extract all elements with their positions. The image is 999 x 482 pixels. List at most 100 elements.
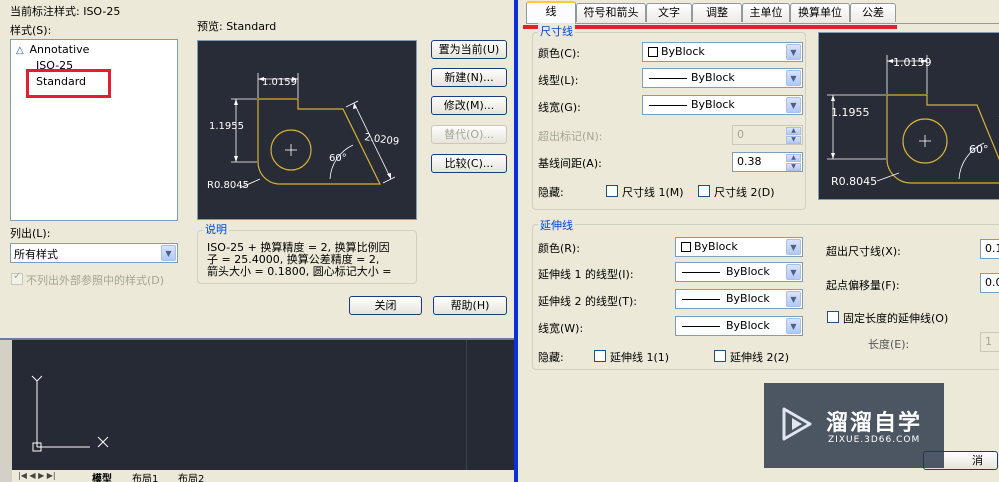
right-preview-drawing: 1.0159 1.1955 60° R0.8045 bbox=[827, 55, 999, 188]
length-value: 1 bbox=[985, 335, 992, 348]
dim-color-dropdown[interactable]: ByBlock ▼ bbox=[642, 42, 803, 62]
right-dim-top-text: 1.0159 bbox=[893, 56, 932, 69]
offset-value: 0.0 bbox=[985, 276, 999, 289]
suppress-dimline2-checkbox[interactable] bbox=[698, 185, 710, 197]
suppress-extline1-label: 延伸线 1(1) bbox=[610, 351, 670, 364]
tab-symbols-arrows[interactable]: 符号和箭头 bbox=[576, 3, 646, 22]
extend-beyond-label: 超出尺寸线(X): bbox=[826, 245, 901, 258]
chevron-down-icon[interactable]: ▼ bbox=[786, 44, 801, 60]
model-space-canvas[interactable]: |◀ ◀ ▶ ▶| 模型 布局1 布局2 bbox=[0, 338, 514, 482]
set-current-button[interactable]: 置为当前(U) bbox=[431, 40, 507, 59]
tab-lines[interactable]: 线 bbox=[526, 1, 576, 23]
chevron-down-icon[interactable]: ▼ bbox=[786, 70, 801, 86]
spin-down-icon[interactable]: ▼ bbox=[786, 163, 801, 171]
dim-diag-text: 2.0209 bbox=[364, 132, 400, 148]
ext-linetype2-value: ByBlock bbox=[726, 292, 770, 305]
play-logo-icon bbox=[782, 407, 812, 441]
line-sample bbox=[649, 105, 687, 106]
dim-linetype-dropdown[interactable]: ByBlock ▼ bbox=[642, 68, 803, 88]
compare-button[interactable]: 比较(C)... bbox=[431, 154, 507, 173]
ext-lineweight-value: ByBlock bbox=[726, 319, 770, 332]
extend-beyond-value: 0.1 bbox=[985, 242, 999, 255]
spin-up-icon[interactable]: ▲ bbox=[786, 154, 801, 162]
extend-ticks-spinner[interactable]: 0 ▲ ▼ bbox=[732, 125, 803, 145]
modify-button[interactable]: 修改(M)... bbox=[431, 96, 507, 115]
layout-tab-bar: |◀ ◀ ▶ ▶| 模型 布局1 布局2 bbox=[12, 470, 514, 482]
tab-layout2[interactable]: 布局2 bbox=[178, 470, 204, 482]
description-line: 箭头大小 = 0.1800, 圆心标记大小 = bbox=[207, 265, 392, 278]
ext-lineweight-dropdown[interactable]: ByBlock ▼ bbox=[675, 316, 803, 336]
chevron-down-icon[interactable]: ▼ bbox=[786, 97, 801, 113]
preview-panel: 1.0159 1.1955 2.0209 60° R0.8045 bbox=[197, 40, 417, 220]
tab-fit[interactable]: 调整 bbox=[692, 3, 742, 22]
chevron-down-icon[interactable]: ▼ bbox=[786, 291, 801, 307]
right-dim-radius-text: R0.8045 bbox=[831, 175, 877, 188]
extend-beyond-spinner[interactable]: 0.1 bbox=[980, 239, 999, 259]
styles-label: 样式(S): bbox=[10, 24, 52, 37]
description-title: 说明 bbox=[203, 221, 229, 237]
ext-color-dropdown[interactable]: ByBlock ▼ bbox=[675, 237, 803, 257]
ext-color-value: ByBlock bbox=[694, 240, 738, 253]
list-item[interactable]: △ Annotative bbox=[16, 43, 89, 56]
ext-suppress-label: 隐藏: bbox=[538, 351, 564, 364]
fixed-length-checkbox[interactable] bbox=[827, 311, 839, 323]
right-dim-left-text: 1.1955 bbox=[831, 106, 870, 119]
current-style-label: 当前标注样式: ISO-25 bbox=[10, 5, 121, 18]
list-filter-dropdown[interactable]: 所有样式 ▼ bbox=[10, 243, 178, 263]
close-button[interactable]: 关闭 bbox=[349, 296, 422, 315]
chevron-down-icon[interactable]: ▼ bbox=[786, 264, 801, 280]
tab-model[interactable]: 模型 bbox=[92, 470, 112, 482]
spin-up-icon[interactable]: ▲ bbox=[786, 127, 801, 135]
suppress-extline2-label: 延伸线 2(2) bbox=[730, 351, 790, 364]
watermark: 溜溜自学 ZIXUE.3D66.COM bbox=[764, 383, 944, 468]
fixed-length-label: 固定长度的延伸线(O) bbox=[843, 312, 949, 325]
suppress-dimline1-checkbox[interactable] bbox=[606, 185, 618, 197]
tab-primary-units[interactable]: 主单位 bbox=[742, 3, 790, 22]
length-label: 长度(E): bbox=[868, 338, 910, 351]
suppress-extline1-checkbox[interactable] bbox=[594, 350, 606, 362]
spin-down-icon[interactable]: ▼ bbox=[786, 136, 801, 144]
tab-layout1[interactable]: 布局1 bbox=[132, 470, 158, 482]
dim-left-text: 1.1955 bbox=[209, 121, 244, 132]
line-sample bbox=[682, 272, 720, 273]
cancel-button-label: 消 bbox=[972, 454, 983, 467]
offset-spinner[interactable]: 0.0 bbox=[980, 273, 999, 293]
exclude-xref-checkbox[interactable]: ✓ bbox=[11, 271, 23, 285]
annotative-icon: △ bbox=[16, 45, 24, 56]
baseline-spacing-spinner[interactable]: 0.38 ▲ ▼ bbox=[732, 152, 803, 172]
preview-drawing: 1.0159 1.1955 2.0209 60° R0.8045 bbox=[207, 73, 400, 191]
styles-listbox[interactable]: △ Annotative ISO-25 Standard bbox=[10, 39, 178, 221]
dim-angle-text: 60° bbox=[329, 153, 347, 164]
offset-label: 起点偏移量(F): bbox=[826, 279, 900, 292]
line-sample bbox=[682, 326, 720, 327]
tab-tolerances[interactable]: 公差 bbox=[850, 3, 896, 22]
dim-radius-text: R0.8045 bbox=[207, 180, 249, 191]
length-spinner[interactable]: 1 bbox=[980, 332, 999, 352]
ext-linetype1-dropdown[interactable]: ByBlock ▼ bbox=[675, 262, 803, 282]
override-button[interactable]: 替代(O)... bbox=[431, 125, 507, 144]
tab-alternate-units[interactable]: 换算单位 bbox=[790, 3, 850, 22]
suppress-extline2-checkbox[interactable] bbox=[714, 350, 726, 362]
exclude-xref-label: 不列出外部参照中的样式(D) bbox=[26, 274, 165, 287]
dim-lineweight-label: 线宽(G): bbox=[538, 101, 581, 114]
ext-linetype2-dropdown[interactable]: ByBlock ▼ bbox=[675, 289, 803, 309]
dim-linetype-value: ByBlock bbox=[691, 71, 735, 84]
right-dim-angle-text: 60° bbox=[969, 143, 989, 156]
chevron-down-icon[interactable]: ▼ bbox=[786, 239, 801, 255]
dim-top-text: 1.0159 bbox=[262, 77, 297, 88]
chevron-down-icon[interactable]: ▼ bbox=[786, 318, 801, 334]
dim-color-value: ByBlock bbox=[661, 45, 705, 58]
ext-color-label: 颜色(R): bbox=[538, 242, 580, 255]
list-label: 列出(L): bbox=[10, 227, 51, 240]
help-button[interactable]: 帮助(H) bbox=[433, 296, 507, 315]
line-sample bbox=[682, 299, 720, 300]
tab-nav-arrows-icon[interactable]: |◀ ◀ ▶ ▶| bbox=[18, 471, 56, 480]
color-swatch bbox=[648, 47, 658, 57]
dim-lineweight-dropdown[interactable]: ByBlock ▼ bbox=[642, 95, 803, 115]
ext-linetype1-label: 延伸线 1 的线型(I): bbox=[538, 268, 634, 281]
new-button[interactable]: 新建(N)... bbox=[431, 68, 507, 87]
dimension-style-manager-dialog: 当前标注样式: ISO-25 样式(S): 预览: Standard △ Ann… bbox=[0, 0, 514, 338]
check-icon: ✓ bbox=[13, 271, 22, 282]
chevron-down-icon[interactable]: ▼ bbox=[161, 245, 176, 261]
tab-text[interactable]: 文字 bbox=[646, 3, 692, 22]
